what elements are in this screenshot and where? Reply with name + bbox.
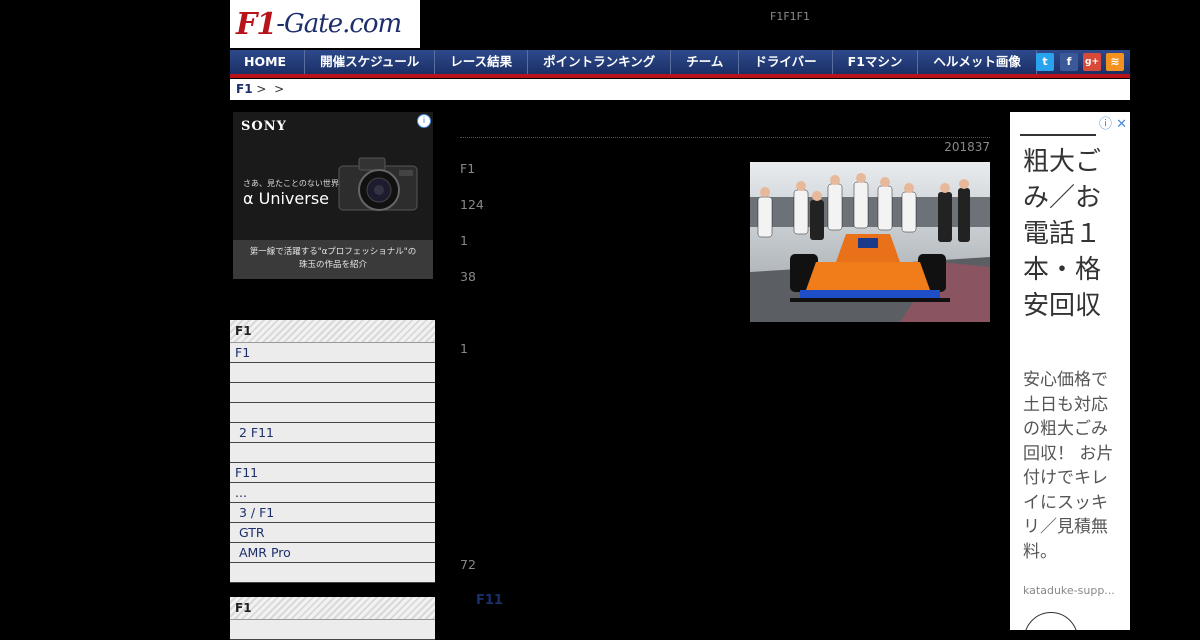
nav-machine[interactable]: F1マシン: [833, 50, 919, 74]
logo-f1-text: F1: [236, 6, 277, 42]
article-text: 1: [460, 341, 468, 356]
twitter-icon[interactable]: t: [1036, 53, 1054, 71]
site-tagline: F1F1F1: [770, 10, 810, 23]
nav-helmet[interactable]: ヘルメット画像: [918, 50, 1037, 74]
sidebar-menu-item[interactable]: F11: [230, 463, 435, 483]
sidebar-menu-item[interactable]: AMR Pro: [230, 543, 435, 563]
sidebar-menu-item[interactable]: [230, 620, 435, 640]
sony-brand-text: SONY: [241, 119, 287, 134]
sidebar-menu-item[interactable]: [230, 403, 435, 423]
sidebar-menu-item[interactable]: GTR: [230, 523, 435, 543]
ad-close-icon[interactable]: ⓘ ✕: [1099, 113, 1127, 132]
breadcrumb-separator: >: [274, 82, 285, 96]
sidebar-menu-item[interactable]: 3 / F1: [230, 503, 435, 523]
breadcrumb-separator: >: [256, 82, 267, 96]
nav-home[interactable]: HOME: [230, 50, 306, 74]
ad-headline: 粗大ごみ／お電話１本・格安回収: [1023, 147, 1102, 321]
garbage-collection-ad[interactable]: ⓘ ✕ 粗大ごみ／お電話１本・格安回収 安心価格で土日も対応の粗大ごみ回収！ お…: [1010, 112, 1130, 630]
nav-driver[interactable]: ドライバー: [739, 50, 833, 74]
sidebar-menu-item[interactable]: F1: [230, 343, 435, 363]
sidebar-menu-item[interactable]: ...: [230, 483, 435, 503]
ad-top-line: [1020, 134, 1096, 136]
alpha-universe-text: α Universe: [243, 189, 329, 208]
sidebar-menu-item[interactable]: 2 F11: [230, 423, 435, 443]
sidebar-menu-item[interactable]: [230, 383, 435, 403]
nav-team[interactable]: チーム: [671, 50, 740, 74]
sony-ad-banner[interactable]: SONY i さあ、見たことのない世界へ。 α Universe 第一線で活躍す…: [233, 112, 433, 279]
article-date: 201837: [944, 140, 990, 154]
ad-info-icon[interactable]: i: [417, 114, 431, 128]
nav-results[interactable]: レース結果: [435, 50, 529, 74]
main-nav: HOME 開催スケジュール レース結果 ポイントランキング チーム ドライバー …: [230, 50, 1130, 78]
breadcrumb: F1 > >: [230, 79, 1130, 100]
article-link[interactable]: F11: [476, 593, 503, 608]
article-divider: [460, 137, 990, 138]
sidebar-menu-item[interactable]: [230, 363, 435, 383]
nav-ranking[interactable]: ポイントランキング: [528, 50, 672, 74]
sidebar-menu-heading: F1: [230, 320, 435, 343]
facebook-icon[interactable]: f: [1060, 53, 1078, 71]
nav-schedule[interactable]: 開催スケジュール: [305, 50, 436, 74]
ad-caption-line2: 珠玉の作品を紹介: [298, 260, 367, 270]
article-text: 124: [460, 197, 484, 212]
sidebar-menu: F1 F1 2 F11 F11 ... 3 / F1 GTR AMR Pro: [230, 320, 435, 583]
logo-gate-text: -Gate.com: [276, 9, 402, 39]
site-logo[interactable]: F1 -Gate.com: [230, 0, 420, 48]
breadcrumb-home[interactable]: F1: [236, 82, 253, 96]
article-text: 38: [460, 269, 476, 284]
ad-url: kataduke-supp...: [1023, 584, 1115, 597]
sidebar-menu-item[interactable]: [230, 443, 435, 463]
camera-image: [338, 157, 418, 211]
f1-car-photo: [750, 162, 990, 322]
sidebar-menu-2: F1: [230, 597, 435, 640]
sidebar-menu-item[interactable]: [230, 563, 435, 583]
rss-icon[interactable]: ≋: [1106, 53, 1124, 71]
article-text: 72: [460, 557, 476, 572]
ad-body-text: 安心価格で土日も対応の粗大ごみ回収！ お片付けでキレイにスッキリ／見積無料。: [1023, 370, 1114, 562]
ad-caption-line1: 第一線で活躍する"αプロフェッショナル"の: [249, 247, 417, 257]
article-text: F1: [460, 161, 476, 176]
ad-arrow-button[interactable]: [1024, 612, 1078, 630]
google-plus-icon[interactable]: g+: [1083, 53, 1101, 71]
sidebar-menu-heading: F1: [230, 597, 435, 620]
article-text: 1: [460, 233, 468, 248]
ad-caption: 第一線で活躍する"αプロフェッショナル"の 珠玉の作品を紹介: [233, 240, 433, 279]
